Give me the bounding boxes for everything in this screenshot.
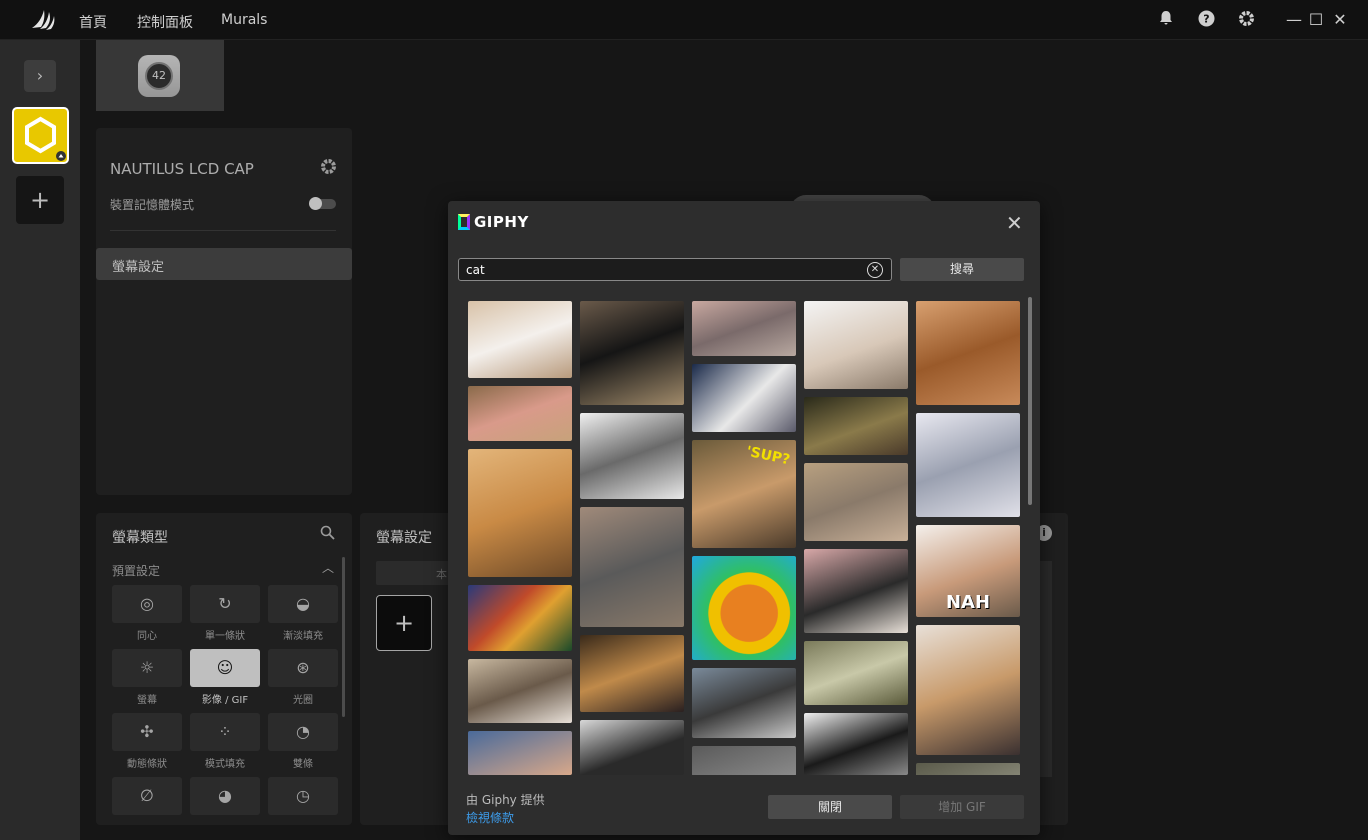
clear-search-icon[interactable]: ✕	[867, 262, 883, 278]
gif-thumbnail[interactable]	[580, 635, 684, 712]
nav-home[interactable]: 首頁	[79, 12, 107, 32]
giphy-dialog: GIPHY ✕ ✕ 搜尋 'SUP? NAH 由 Giphy 提供 檢視條款 關閉…	[448, 201, 1040, 835]
close-icon[interactable]: ✕	[1330, 10, 1350, 30]
gif-thumbnail[interactable]	[468, 731, 572, 775]
close-button[interactable]: 關閉	[768, 795, 892, 819]
giphy-mark-icon	[458, 214, 470, 230]
hexagon-device-icon	[25, 116, 66, 161]
gif-thumbnail[interactable]	[804, 713, 908, 775]
gif-thumbnail[interactable]: 'SUP?	[692, 440, 796, 548]
gif-thumbnail[interactable]	[804, 641, 908, 705]
bell-icon[interactable]	[1156, 10, 1176, 30]
gif-thumbnail[interactable]	[916, 413, 1020, 517]
add-device-button[interactable]: +	[16, 176, 64, 224]
expand-rail-button[interactable]: ›	[24, 60, 56, 92]
view-terms-link[interactable]: 檢視條款	[466, 809, 514, 826]
gif-search-field[interactable]: ✕	[458, 258, 892, 281]
svg-text:?: ?	[1203, 13, 1209, 26]
minimize-icon[interactable]: —	[1284, 10, 1304, 30]
gif-thumbnail[interactable]	[580, 301, 684, 405]
nav-dashboard[interactable]: 控制面板	[137, 12, 193, 32]
gif-thumbnail[interactable]	[692, 364, 796, 432]
gif-results-grid: 'SUP? NAH	[468, 301, 1024, 775]
gif-caption: 'SUP?	[744, 443, 792, 469]
giphy-credit: 由 Giphy 提供	[466, 793, 545, 807]
gif-caption: NAH	[945, 592, 991, 613]
gif-search-input[interactable]	[466, 261, 856, 279]
nav-murals[interactable]: Murals	[221, 12, 267, 28]
gif-thumbnail[interactable]	[804, 463, 908, 541]
gif-thumbnail[interactable]	[468, 585, 572, 651]
results-scrollbar[interactable]	[1028, 297, 1032, 505]
maximize-icon[interactable]: ☐	[1306, 10, 1326, 30]
gif-thumbnail[interactable]	[580, 507, 684, 627]
gif-thumbnail[interactable]	[804, 397, 908, 455]
gif-thumbnail[interactable]	[692, 746, 796, 775]
corsair-logo	[32, 10, 55, 30]
gif-thumbnail[interactable]	[468, 386, 572, 441]
gif-thumbnail[interactable]	[692, 301, 796, 356]
gif-thumbnail[interactable]	[804, 549, 908, 633]
gif-thumbnail[interactable]	[916, 625, 1020, 755]
gif-thumbnail[interactable]	[916, 301, 1020, 405]
add-gif-button[interactable]: 增加 GIF	[900, 795, 1024, 819]
gif-thumbnail[interactable]	[468, 301, 572, 378]
giphy-brand-text: GIPHY	[474, 213, 529, 231]
search-button[interactable]: 搜尋	[900, 258, 1024, 281]
chevron-right-icon: ›	[36, 66, 44, 85]
gear-icon[interactable]	[1236, 10, 1256, 30]
gif-thumbnail[interactable]	[580, 720, 684, 775]
gif-thumbnail[interactable]	[692, 668, 796, 738]
gif-thumbnail[interactable]	[916, 763, 1020, 775]
title-bar: 首頁 控制面板 Murals ? — ☐ ✕	[0, 0, 1368, 40]
help-icon[interactable]: ?	[1196, 10, 1216, 30]
gif-thumbnail[interactable]	[468, 659, 572, 723]
gif-thumbnail[interactable]: NAH	[916, 525, 1020, 617]
device-nautilus-button[interactable]	[12, 107, 69, 164]
gif-thumbnail[interactable]	[468, 449, 572, 577]
gif-thumbnail[interactable]	[692, 556, 796, 660]
gif-thumbnail[interactable]	[804, 301, 908, 389]
close-dialog-icon[interactable]: ✕	[1006, 211, 1023, 235]
giphy-logo: GIPHY	[458, 213, 529, 231]
gif-thumbnail[interactable]	[580, 413, 684, 499]
